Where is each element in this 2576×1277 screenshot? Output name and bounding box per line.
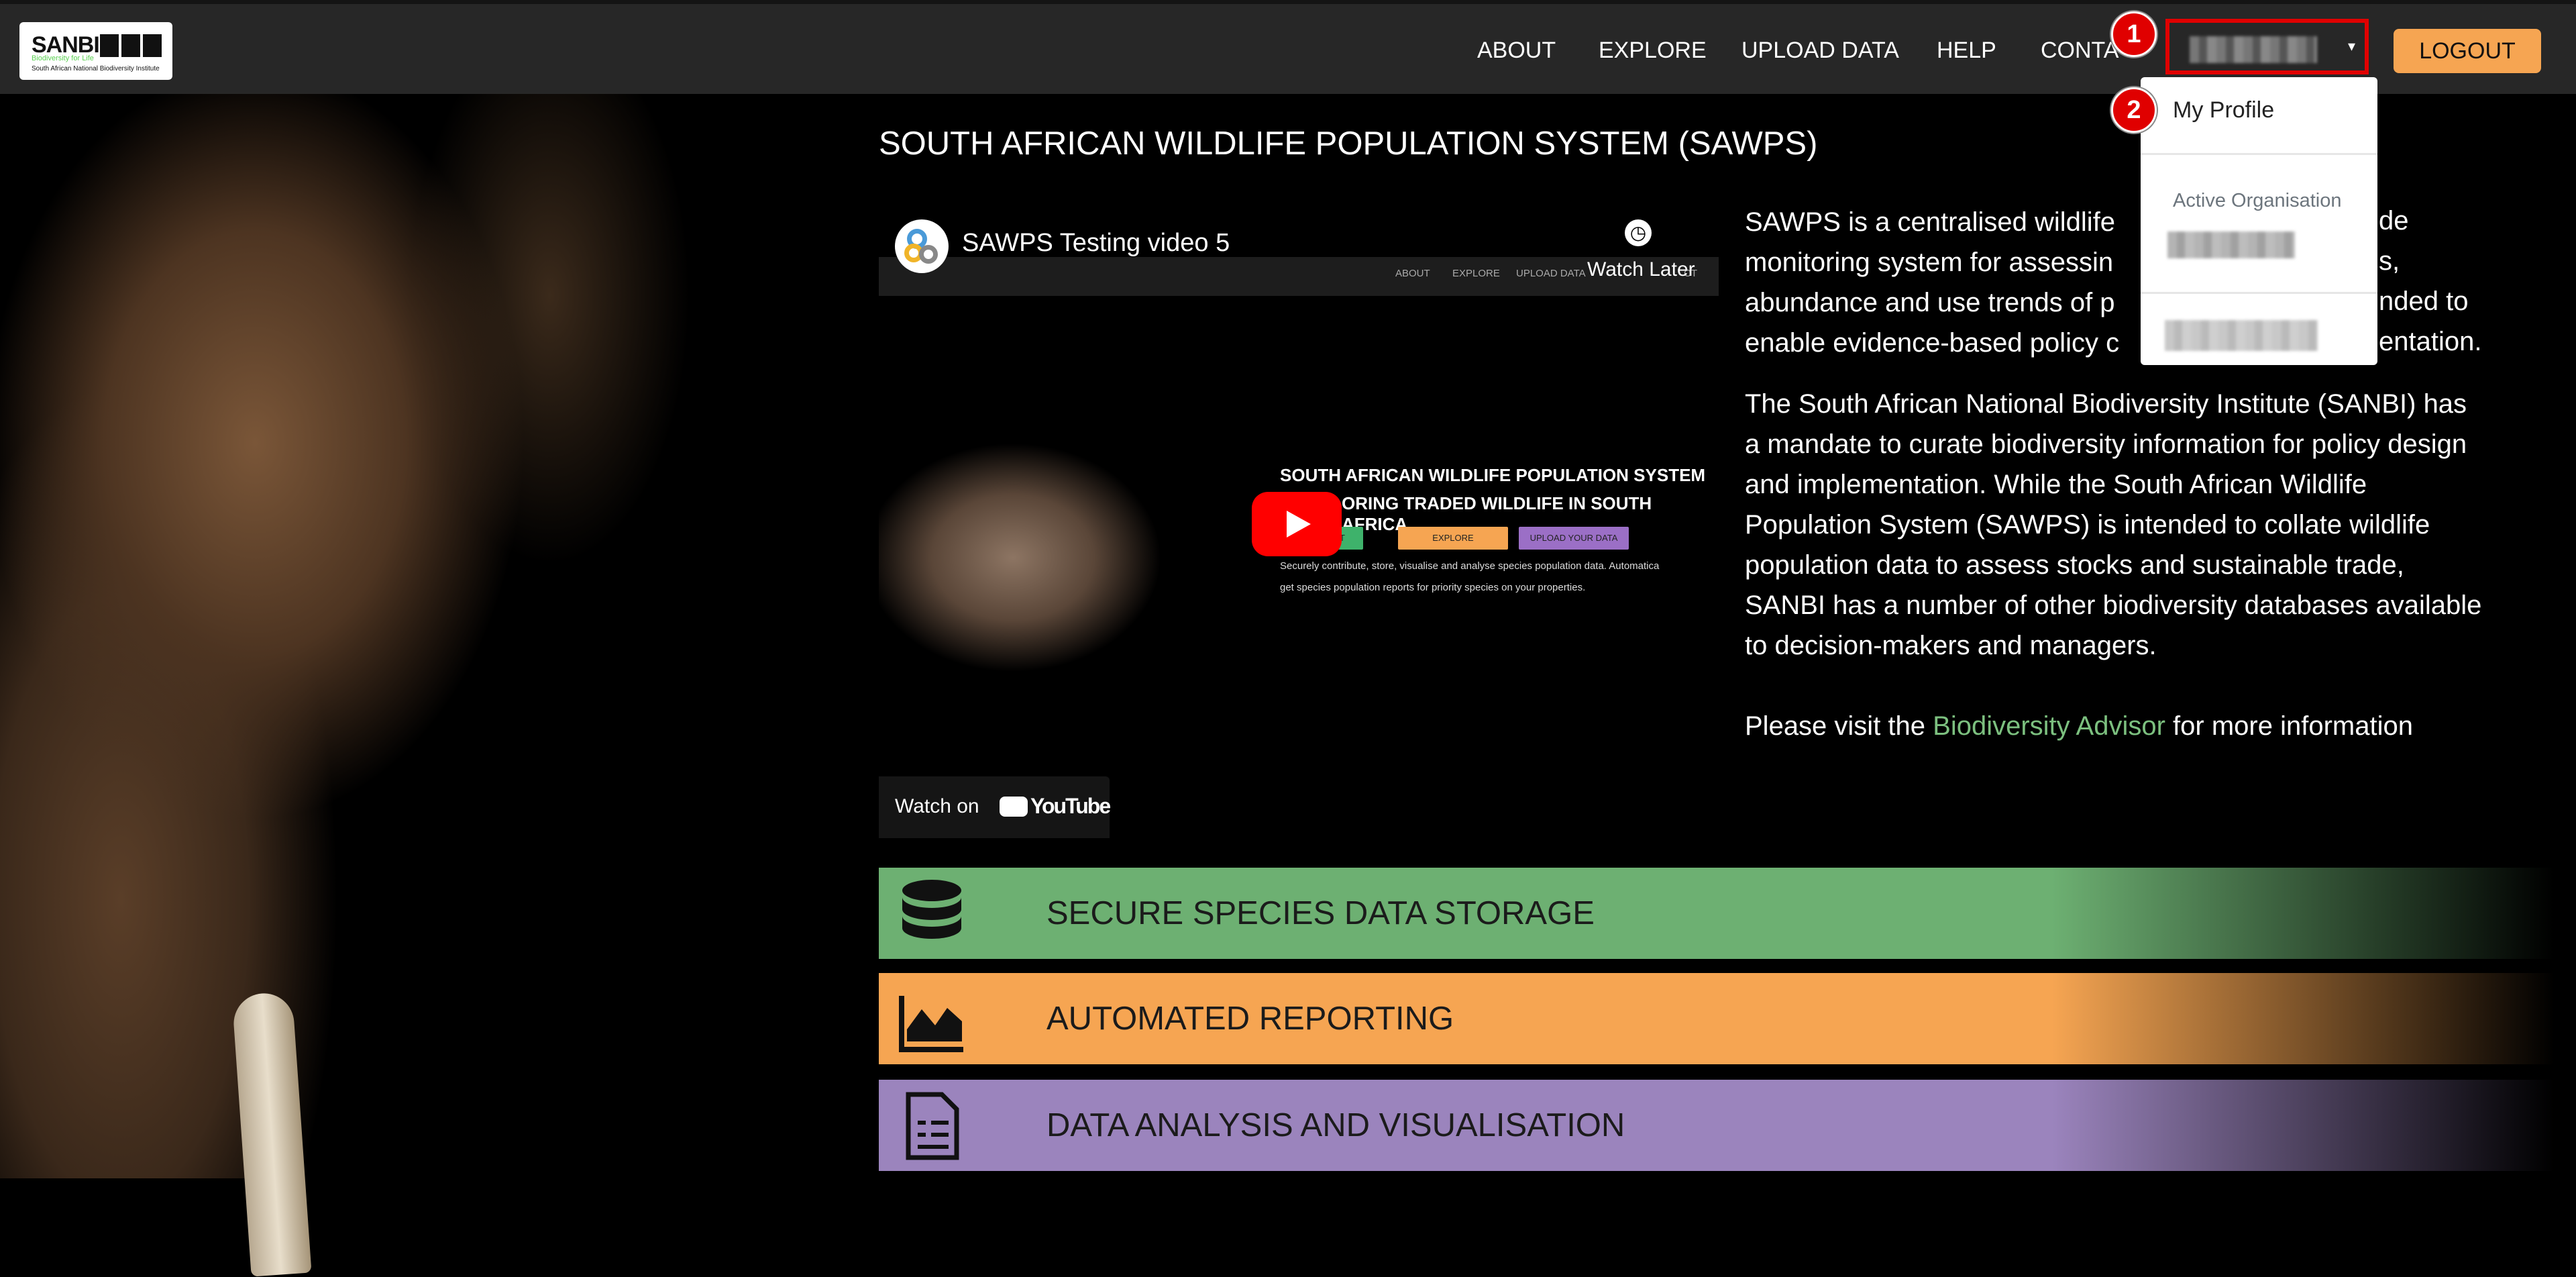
intro-line: enable evidence-based policy c (1745, 328, 2120, 358)
chart-area-icon (899, 996, 963, 1052)
logo-tagline: Biodiversity for Life (32, 54, 94, 62)
feature-data-analysis[interactable]: DATA ANALYSIS AND VISUALISATION (879, 1080, 2555, 1171)
page-title: SOUTH AFRICAN WILDLIFE POPULATION SYSTEM… (879, 125, 1818, 162)
divider (2141, 292, 2377, 294)
database-icon (902, 880, 961, 939)
visit-line: Please visit the Biodiversity Advisor fo… (1745, 711, 2413, 741)
watch-on-youtube-button[interactable]: Watch on YouTube (879, 776, 1111, 838)
play-button[interactable] (1252, 492, 1342, 556)
nav-help[interactable]: HELP (1937, 38, 1996, 64)
sanbi-paragraph: The South African National Biodiversity … (1745, 389, 2482, 660)
document-icon (906, 1092, 959, 1160)
intro-line-end: de (2379, 206, 2409, 236)
rhino-thumbnail (879, 423, 1201, 678)
divider (2141, 153, 2377, 155)
video-title[interactable]: SAWPS Testing video 5 (962, 229, 1230, 258)
redacted-organisation[interactable] (2167, 232, 2295, 258)
intro-line-end: s, (2379, 246, 2400, 276)
my-profile-menu-item[interactable]: My Profile (2173, 97, 2274, 123)
logout-button[interactable]: LOGOUT (2394, 29, 2541, 73)
youtube-embed[interactable]: ABOUT EXPLORE UPLOAD DATA CT SAWPS Testi… (879, 209, 1719, 838)
channel-avatar[interactable] (895, 219, 949, 273)
redacted-username (2190, 36, 2317, 63)
user-menu-button[interactable]: ▾ (2165, 19, 2369, 74)
active-organisation-label: Active Organisation (2173, 190, 2342, 211)
watch-later-label[interactable]: Watch Later (1587, 258, 1695, 281)
biodiversity-advisor-link[interactable]: Biodiversity Advisor (1933, 711, 2165, 741)
nav-contact[interactable]: CONTA (2041, 38, 2118, 64)
nav-upload-data[interactable]: UPLOAD DATA (1741, 38, 1899, 64)
youtube-logo-icon (1000, 797, 1028, 817)
intro-line: monitoring system for assessin (1745, 248, 2114, 277)
logo-fullname: South African National Biodiversity Inst… (32, 65, 160, 72)
feature-secure-storage[interactable]: SECURE SPECIES DATA STORAGE (879, 868, 2555, 959)
feature-automated-reporting[interactable]: AUTOMATED REPORTING (879, 973, 2555, 1064)
redacted-menu-item[interactable] (2165, 320, 2318, 351)
clock-icon[interactable]: ◷ (1625, 219, 1652, 246)
intro-line-end: entation. (2379, 327, 2482, 356)
elephant-background-image (0, 94, 872, 1277)
elephant-tusk (231, 991, 312, 1277)
intro-line: SAWPS is a centralised wildlife (1745, 207, 2116, 237)
sanbi-logo[interactable]: SANBI Biodiversity for Life South Africa… (19, 22, 172, 80)
annotation-badge-1: 1 (2111, 11, 2157, 57)
nav-explore[interactable]: EXPLORE (1599, 38, 1707, 64)
annotation-badge-2: 2 (2111, 87, 2157, 133)
user-dropdown-menu: My Profile Active Organisation (2141, 77, 2377, 365)
intro-line: abundance and use trends of p (1745, 288, 2115, 317)
caret-down-icon: ▾ (2348, 38, 2356, 54)
nav-about[interactable]: ABOUT (1477, 38, 1556, 64)
intro-line-end: nded to (2379, 287, 2469, 316)
